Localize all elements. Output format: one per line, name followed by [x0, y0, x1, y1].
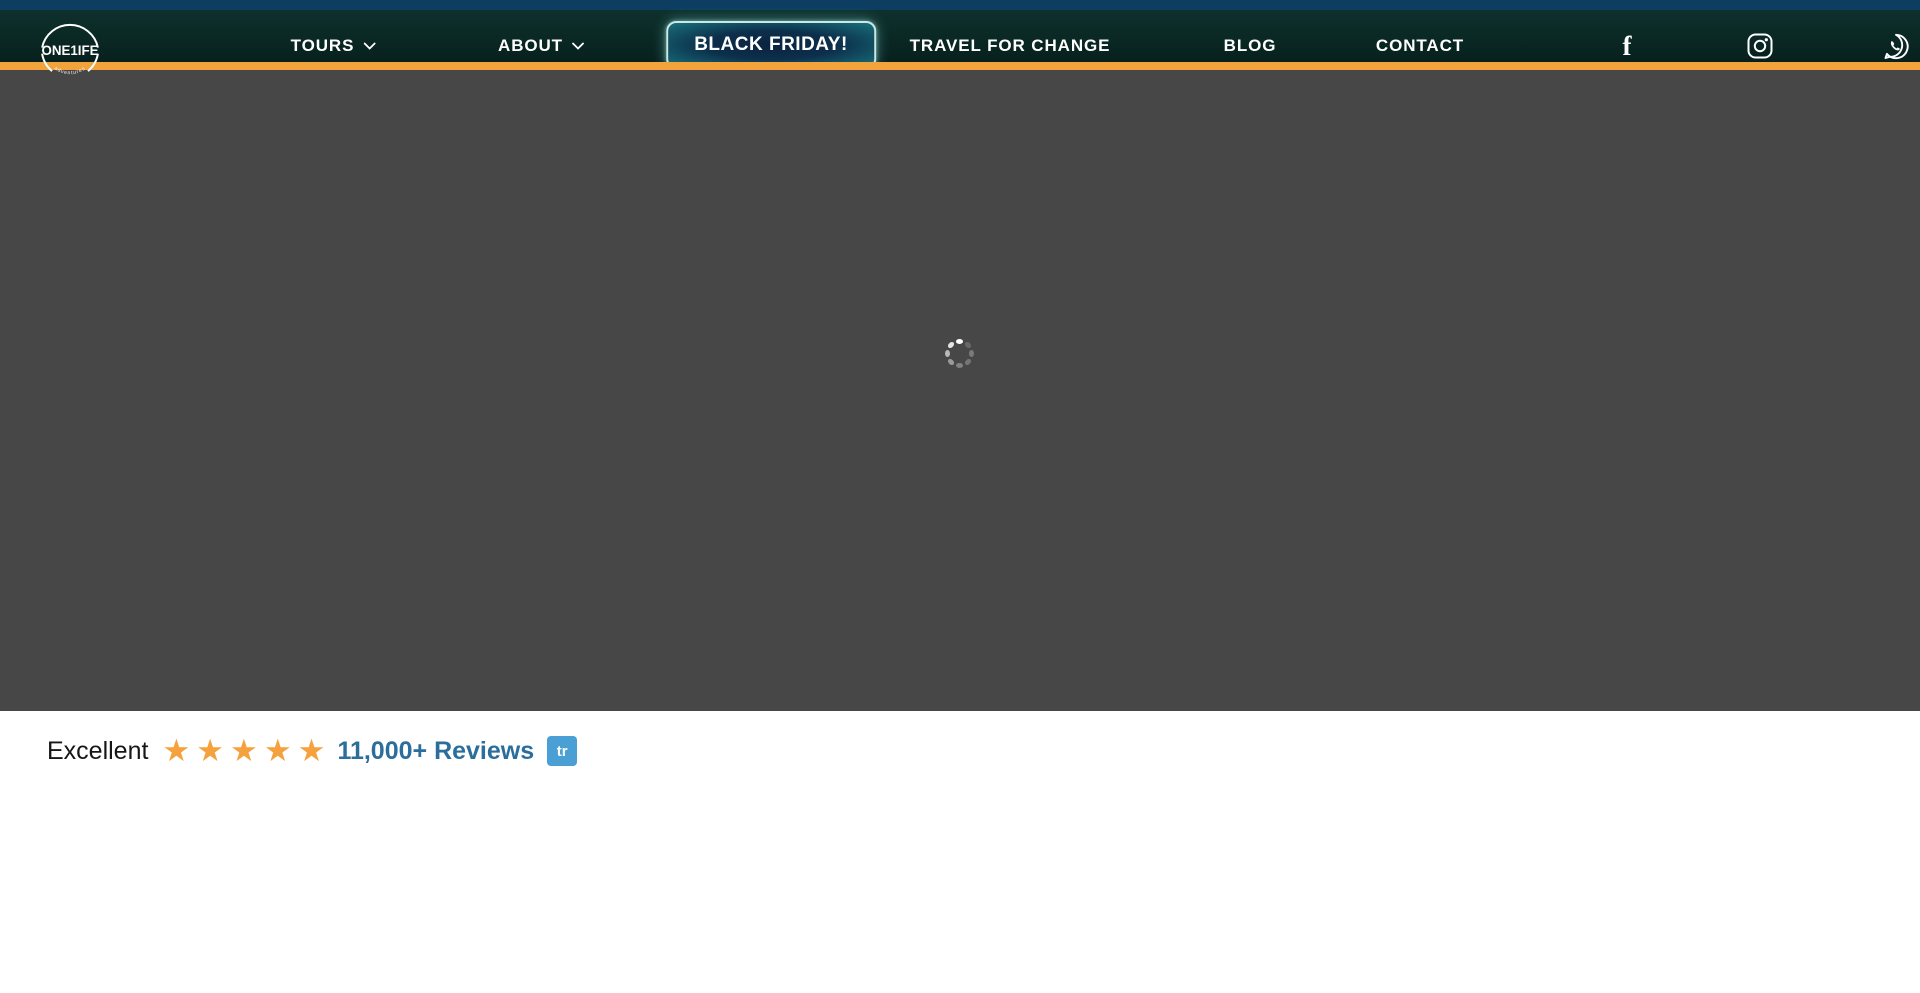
chevron-down-icon [363, 42, 375, 50]
logo-text: ONE1IFE [41, 43, 98, 59]
facebook-glyph: f [1623, 31, 1632, 62]
nav-item-tours-label: TOURS [291, 36, 355, 56]
top-accent-bar [0, 0, 1920, 10]
main-navigation: ONE1IFE adventures TOURS ABOUT BLACK FRI… [0, 10, 1920, 62]
logo[interactable]: ONE1IFE adventures [39, 19, 101, 81]
chevron-down-icon [572, 42, 584, 50]
hero-media-loading [0, 70, 1920, 711]
reviews-count-link[interactable]: 11,000+ Reviews [337, 737, 534, 766]
svg-text:adventures: adventures [53, 66, 87, 76]
logo-subtext: adventures [53, 66, 87, 76]
nav-item-about-label: ABOUT [498, 36, 563, 56]
orange-accent-bar [0, 62, 1920, 70]
nav-item-contact-label: CONTACT [1376, 36, 1464, 56]
loading-spinner-icon [942, 336, 976, 370]
tourradar-badge[interactable]: tr [547, 736, 577, 766]
nav-item-travel-for-change-label: TRAVEL FOR CHANGE [910, 36, 1111, 56]
rating-label: Excellent [47, 737, 148, 766]
whatsapp-glyph [1883, 33, 1910, 60]
black-friday-label: BLACK FRIDAY! [694, 34, 848, 56]
star-icon: ★ [264, 736, 292, 766]
star-rating: ★ ★ ★ ★ ★ [162, 736, 325, 766]
one-life-logo-icon: ONE1IFE adventures [39, 19, 101, 81]
reviews-bar: Excellent ★ ★ ★ ★ ★ 11,000+ Reviews tr [0, 711, 1920, 791]
instagram-glyph [1747, 33, 1773, 59]
star-icon: ★ [162, 736, 190, 766]
star-icon: ★ [298, 736, 326, 766]
star-icon: ★ [196, 736, 224, 766]
star-icon: ★ [230, 736, 258, 766]
nav-item-blog-label: BLOG [1224, 36, 1277, 56]
